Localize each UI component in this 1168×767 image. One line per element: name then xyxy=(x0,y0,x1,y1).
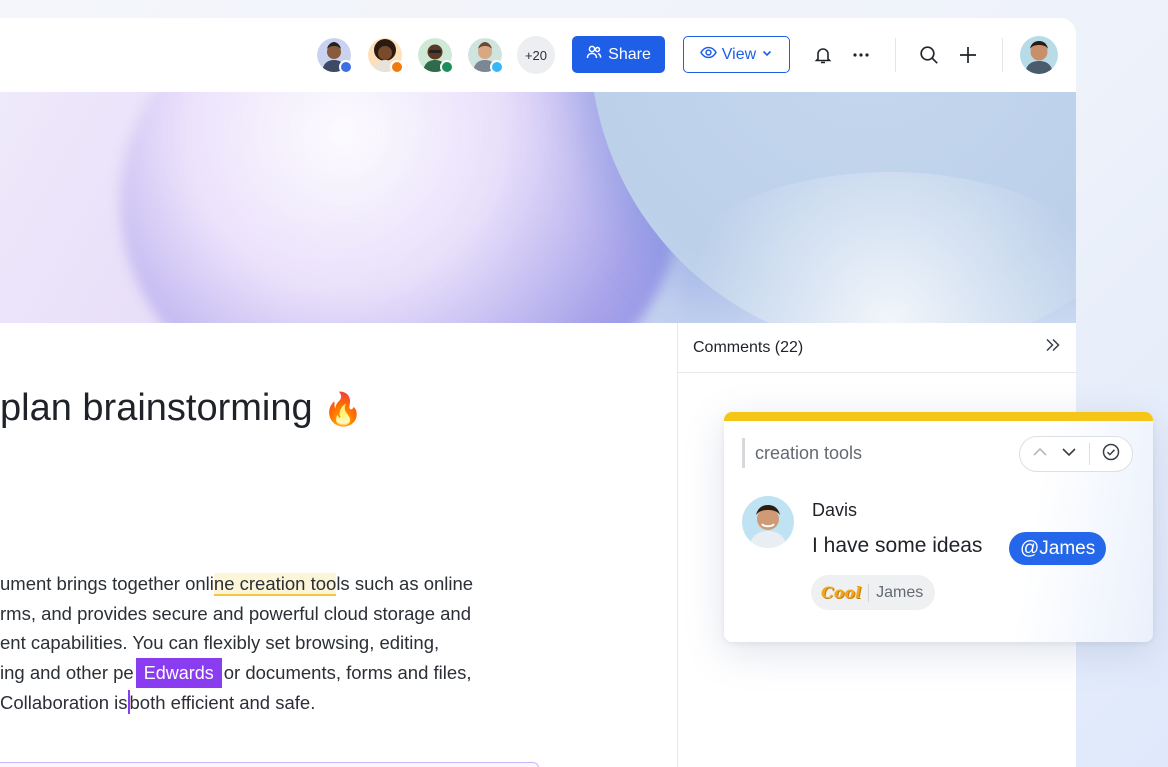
embedded-block[interactable] xyxy=(0,762,539,767)
online-status-dot xyxy=(440,60,454,74)
more-collaborators-count[interactable]: +20 xyxy=(517,36,555,74)
comment-author-avatar[interactable] xyxy=(742,496,794,548)
online-status-dot xyxy=(339,60,353,74)
cool-sticker-icon: Cool xyxy=(821,583,862,602)
paragraph-text: Collaboration is xyxy=(0,691,128,713)
commented-text-highlight[interactable]: ne creation too xyxy=(213,573,337,596)
toolbar-divider xyxy=(895,38,896,72)
collapse-panel-icon[interactable] xyxy=(1044,336,1062,359)
paragraph-text: ent capabilities. You can flexibly set b… xyxy=(0,632,440,653)
comment-card-accent-bar xyxy=(724,412,1153,421)
paragraph-text: ls such as online xyxy=(336,573,474,594)
paragraph-text: or documents, forms and files, xyxy=(223,661,472,683)
document-title[interactable]: plan brainstorming 🔥 xyxy=(0,387,363,430)
comment-nav-controls xyxy=(1019,436,1133,472)
online-status-dot xyxy=(490,60,504,74)
paragraph-text: ing and other pe xyxy=(0,661,134,683)
people-icon xyxy=(586,44,602,65)
comment-author-name: Davis xyxy=(812,500,858,520)
top-toolbar: +20 Share View xyxy=(0,18,1076,92)
current-user-avatar[interactable] xyxy=(1020,36,1058,74)
resolve-check-icon[interactable] xyxy=(1101,442,1121,467)
reaction-user: James xyxy=(876,583,924,601)
share-button-label: Share xyxy=(608,45,651,63)
fire-emoji-icon: 🔥 xyxy=(323,391,364,427)
quoted-text: creation tools xyxy=(742,438,862,468)
plus-icon[interactable] xyxy=(957,44,979,66)
collaborator-avatar-4[interactable] xyxy=(466,36,504,74)
chevron-down-icon xyxy=(761,46,773,64)
collaborator-avatar-1[interactable] xyxy=(315,36,353,74)
chevron-up-icon[interactable] xyxy=(1031,443,1049,466)
comment-text: I have some ideas xyxy=(812,534,983,557)
app-window: +20 Share View plan brainstorming 🔥 umen… xyxy=(0,18,1076,767)
share-button[interactable]: Share xyxy=(572,36,665,73)
collaborator-avatar-2[interactable] xyxy=(366,36,404,74)
mention-chip[interactable]: @James xyxy=(1009,532,1107,565)
online-status-dot xyxy=(390,60,404,74)
reaction-chip[interactable]: Cool James xyxy=(811,575,936,610)
paragraph-text: both efficient and safe. xyxy=(129,691,316,713)
collaborator-cursor-label: Edwards xyxy=(135,657,222,688)
paragraph-text: rms, and provides secure and powerful cl… xyxy=(0,602,471,624)
bell-icon[interactable] xyxy=(812,44,834,66)
more-options-icon[interactable] xyxy=(850,44,872,66)
toolbar-divider xyxy=(1002,38,1003,72)
search-icon[interactable] xyxy=(918,44,940,66)
document-paragraph[interactable]: ument brings together online creation to… xyxy=(0,569,560,717)
chevron-down-icon[interactable] xyxy=(1060,443,1078,466)
comments-header: Comments (22) xyxy=(678,323,1076,373)
view-dropdown-label: View xyxy=(721,45,757,63)
comment-card[interactable]: creation tools Davis I have some ideas @… xyxy=(724,412,1153,642)
document-title-text: plan brainstorming xyxy=(0,387,313,429)
document-body[interactable]: plan brainstorming 🔥 ument brings togeth… xyxy=(0,323,677,767)
cover-banner xyxy=(0,92,1076,323)
collaborator-avatar-3[interactable] xyxy=(416,36,454,74)
comments-title: Comments (22) xyxy=(693,338,804,356)
eye-icon xyxy=(699,44,717,66)
paragraph-text: ument brings together onli xyxy=(0,573,214,594)
view-mode-dropdown[interactable]: View xyxy=(683,36,790,73)
